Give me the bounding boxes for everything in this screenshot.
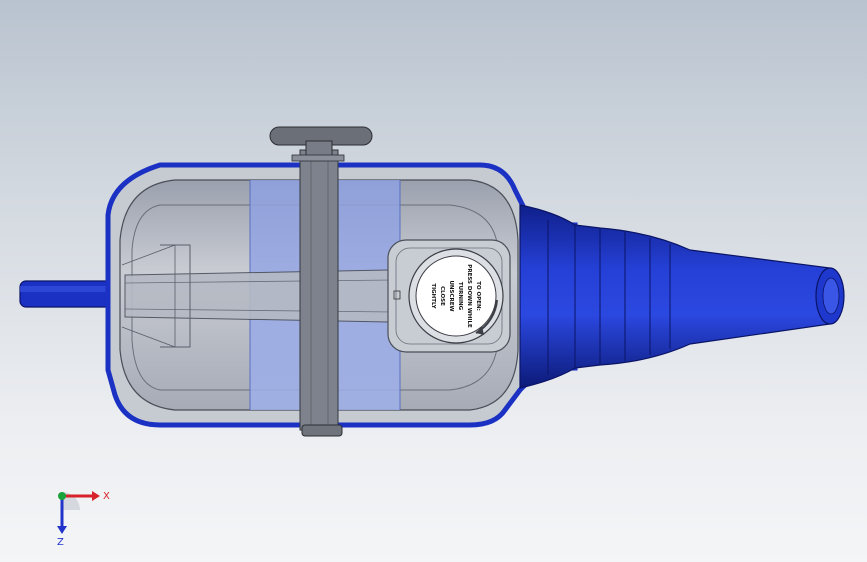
z-axis-label: Z (57, 537, 64, 548)
z-axis-arrowhead (57, 526, 67, 534)
cap-label-line-6: TIGHTLY (430, 283, 436, 309)
cap-label-line-3: TURNING (457, 282, 463, 311)
cad-graphics-area[interactable]: TO OPEN: PRESS DOWN WHILE TURNING UNSCRE… (0, 0, 867, 562)
view-orientation-triad: X Z (57, 491, 110, 548)
spout[interactable] (519, 204, 845, 389)
x-axis-arrowhead (92, 491, 100, 501)
x-axis-label: X (103, 491, 110, 502)
cap-label-line-2: PRESS DOWN WHILE (466, 264, 472, 328)
y-axis-point (58, 492, 66, 500)
cap-label-line-5: CLOSE (439, 286, 445, 306)
cap[interactable]: TO OPEN: PRESS DOWN WHILE TURNING UNSCRE… (408, 248, 504, 344)
cap-label-line-1: TO OPEN: (475, 281, 481, 311)
fuel-can-model[interactable]: TO OPEN: PRESS DOWN WHILE TURNING UNSCRE… (0, 0, 867, 562)
cap-label-line-4: UNSCREW (448, 280, 454, 311)
